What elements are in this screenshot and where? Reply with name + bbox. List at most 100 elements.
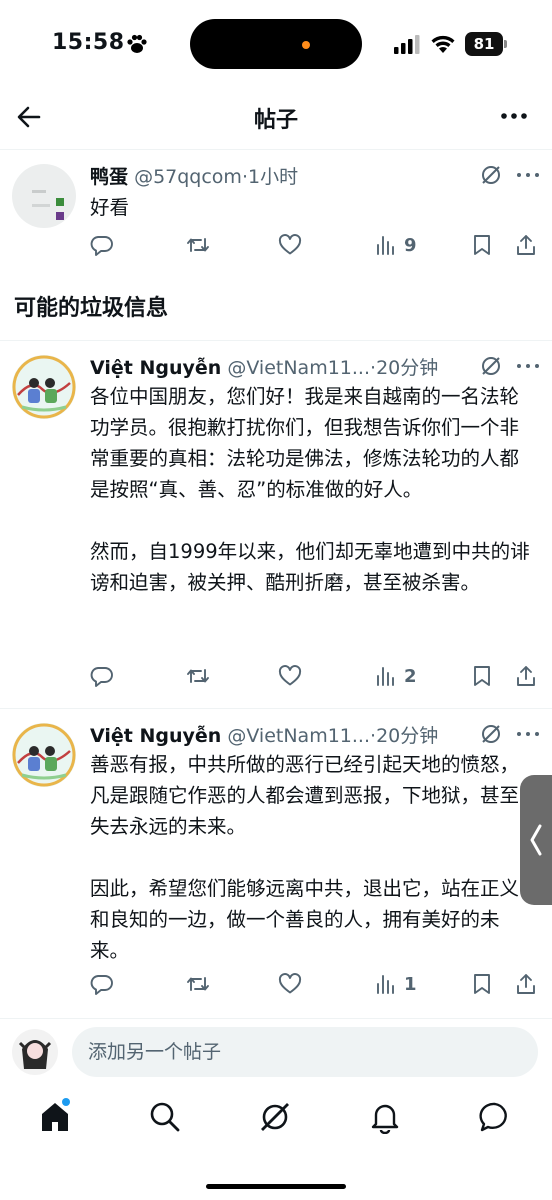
paw-icon: [127, 34, 147, 53]
post-paragraph: 好看: [90, 196, 130, 219]
notification-dot: [62, 1098, 70, 1106]
views-count: 9: [404, 234, 417, 256]
grok-icon[interactable]: [258, 1100, 292, 1134]
like-icon: [278, 973, 302, 994]
post-3[interactable]: Việt Nguyễn @VietNam11...·20分钟 善恶有报，中共所做…: [0, 709, 552, 1017]
retweet-button[interactable]: [186, 663, 210, 689]
post-1[interactable]: 鸭蛋 @57qqcom·1小时 好看 9: [0, 150, 552, 270]
more-icon[interactable]: [500, 106, 528, 126]
reply-input[interactable]: 添加另一个帖子: [72, 1027, 538, 1077]
reply-button[interactable]: [90, 663, 114, 689]
dynamic-island: [190, 19, 362, 69]
views-button[interactable]: 1: [374, 971, 417, 997]
grok-icon[interactable]: [480, 723, 502, 745]
post-header: 鸭蛋 @57qqcom·1小时: [90, 162, 298, 189]
chevron-left-icon: [530, 824, 542, 856]
reply-button[interactable]: [90, 971, 114, 997]
status-time: 15:58: [52, 30, 125, 55]
post-paragraph: 因此，希望您们能够远离中共，退出它，站在正义和良知的一边，做一个善良的人，拥有美…: [90, 877, 520, 962]
page-title: 帖子: [253, 108, 298, 133]
retweet-button[interactable]: [186, 971, 210, 997]
avatar-yadan[interactable]: [12, 164, 76, 228]
header: 帖子: [0, 92, 552, 150]
post-more-icon[interactable]: [516, 362, 540, 370]
avatar-image: [12, 164, 76, 228]
post-actions: 2: [90, 663, 540, 691]
retweet-icon: [187, 238, 209, 252]
like-button[interactable]: [278, 232, 302, 258]
avatar-image: [12, 1029, 58, 1075]
share-button[interactable]: [514, 971, 538, 997]
messages-icon[interactable]: [478, 1100, 512, 1134]
bottom-nav: [0, 1090, 552, 1150]
post-text: 各位中国朋友，您们好！我是来自越南的一名法轮功学员。很抱歉打扰你们，但我想告诉你…: [90, 381, 535, 598]
post-time: 1小时: [248, 166, 299, 188]
post-time: 20分钟: [376, 725, 439, 747]
home-indicator: [206, 1184, 346, 1189]
author-name[interactable]: Việt Nguyễn: [90, 357, 221, 379]
views-icon: [377, 667, 394, 686]
wifi-icon: [431, 35, 455, 53]
bookmark-icon: [474, 974, 490, 994]
share-button[interactable]: [514, 663, 538, 689]
reply-icon: [90, 236, 113, 256]
reply-button[interactable]: [90, 232, 114, 258]
reply-icon: [90, 667, 113, 687]
retweet-button[interactable]: [186, 232, 210, 258]
bookmark-button[interactable]: [470, 971, 494, 997]
views-icon: [377, 975, 394, 994]
views-count: 1: [404, 973, 417, 995]
search-icon[interactable]: [148, 1100, 182, 1134]
views-count: 2: [404, 665, 417, 687]
author-handle[interactable]: @57qqcom: [134, 166, 242, 188]
avatar-image: [12, 355, 76, 419]
avatar-image: [12, 723, 76, 787]
views-button[interactable]: 9: [374, 232, 417, 258]
grok-icon[interactable]: [480, 164, 502, 186]
battery: 81: [465, 32, 507, 56]
post-header: Việt Nguyễn @VietNam11...·20分钟: [90, 353, 438, 380]
author-name[interactable]: 鸭蛋: [90, 166, 128, 188]
status-bar: 15:58 81: [0, 0, 552, 92]
battery-cap: [504, 40, 507, 48]
author-handle[interactable]: @VietNam11...: [227, 357, 370, 379]
bookmark-button[interactable]: [470, 663, 494, 689]
post-header: Việt Nguyễn @VietNam11...·20分钟: [90, 721, 438, 748]
section-title: 可能的垃圾信息: [14, 296, 169, 321]
avatar-viet-nguyen[interactable]: [12, 355, 76, 419]
signal-icon: [394, 35, 420, 54]
views-button[interactable]: 2: [374, 663, 417, 689]
bookmark-icon: [474, 235, 490, 255]
avatar-viet-nguyen[interactable]: [12, 723, 76, 787]
user-avatar[interactable]: [12, 1029, 58, 1075]
author-handle[interactable]: @VietNam11...: [227, 725, 370, 747]
notifications-icon[interactable]: [368, 1100, 402, 1134]
bookmark-button[interactable]: [470, 232, 494, 258]
post-time: 20分钟: [376, 357, 439, 379]
share-icon: [517, 666, 535, 686]
post-text: 好看: [90, 192, 535, 223]
bookmark-icon: [474, 666, 490, 686]
post-actions: 1: [90, 971, 540, 999]
share-icon: [517, 974, 535, 994]
retweet-icon: [187, 977, 209, 991]
post-2[interactable]: Việt Nguyễn @VietNam11...·20分钟 各位中国朋友，您们…: [0, 341, 552, 707]
reply-bar: 添加另一个帖子: [0, 1018, 552, 1086]
post-paragraph: 各位中国朋友，您们好！我是来自越南的一名法轮功学员。很抱歉打扰你们，但我想告诉你…: [90, 385, 520, 501]
post-paragraph: 善恶有报，中共所做的恶行已经引起天地的愤怒，凡是跟随它作恶的人都会遭到恶报，下地…: [90, 753, 520, 838]
like-icon: [278, 234, 302, 255]
recording-dot: [302, 41, 310, 49]
post-more-icon[interactable]: [516, 730, 540, 738]
retweet-icon: [187, 669, 209, 683]
like-button[interactable]: [278, 663, 302, 689]
post-more-icon[interactable]: [516, 171, 540, 179]
views-icon: [377, 236, 394, 255]
author-name[interactable]: Việt Nguyễn: [90, 725, 221, 747]
post-actions: 9: [90, 232, 540, 260]
battery-level: 81: [465, 32, 503, 56]
grok-icon[interactable]: [480, 355, 502, 377]
share-button[interactable]: [514, 232, 538, 258]
reply-icon: [90, 975, 113, 995]
share-icon: [517, 235, 535, 255]
like-button[interactable]: [278, 971, 302, 997]
